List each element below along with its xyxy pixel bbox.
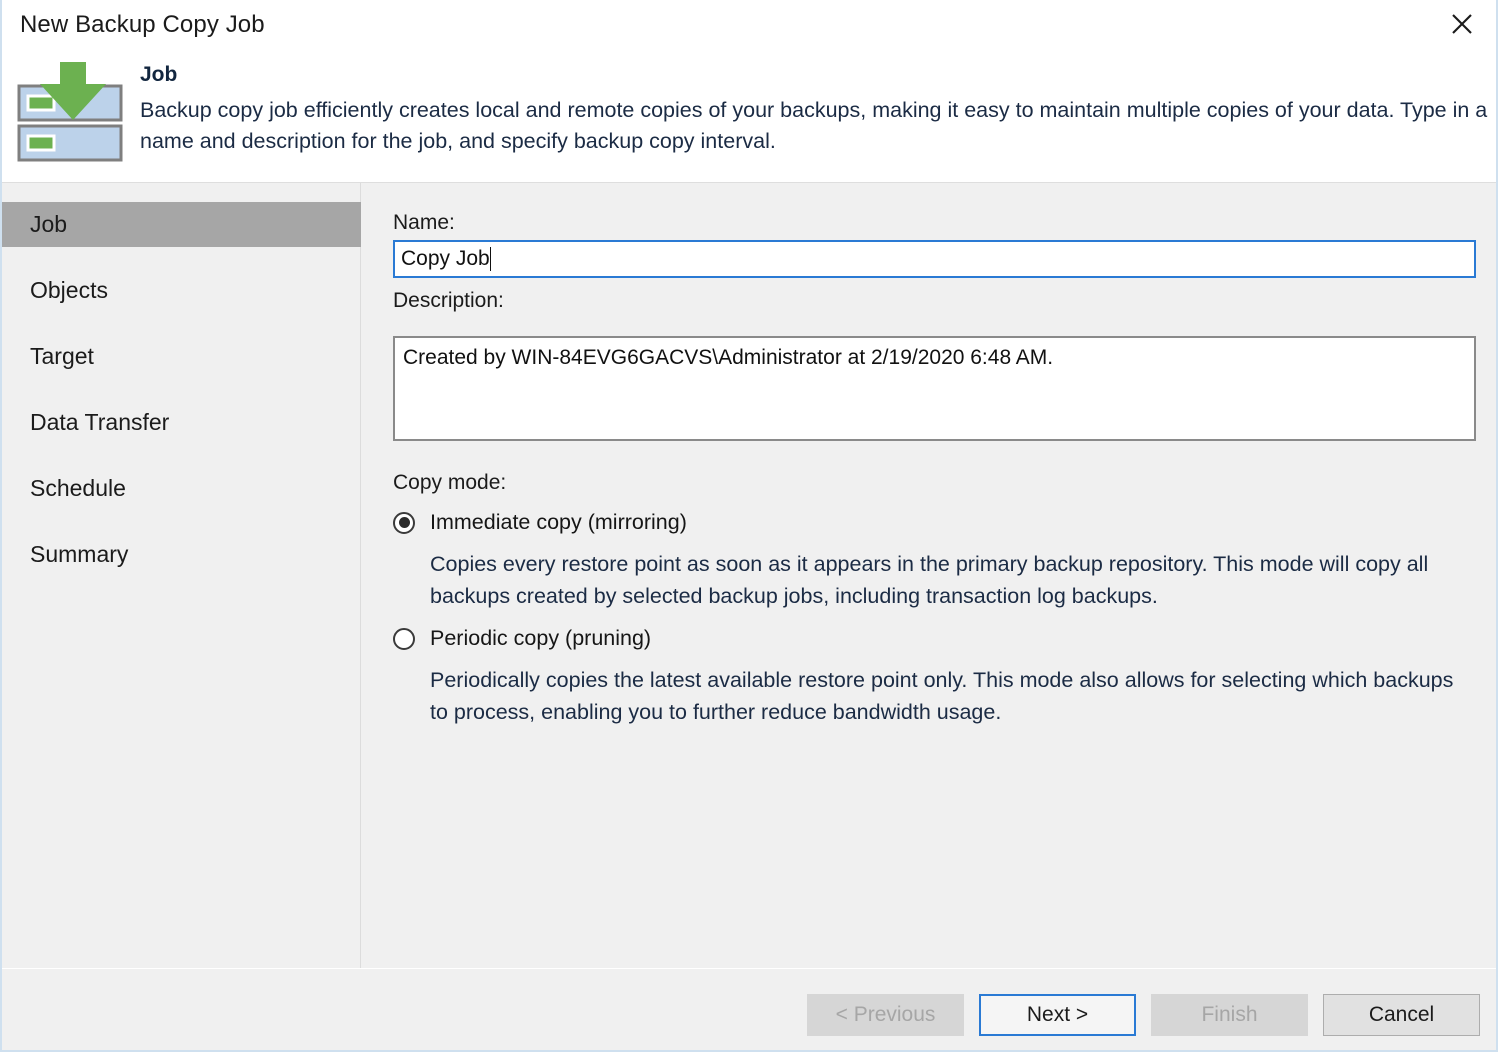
name-input-value: Copy Job xyxy=(401,247,490,270)
radio-periodic-copy-description: Periodically copies the latest available… xyxy=(430,668,1454,724)
dialog-body: Job Objects Target Data Transfer Schedul… xyxy=(2,183,1496,968)
name-label: Name: xyxy=(393,211,455,234)
sidebar-item-label: Objects xyxy=(30,277,108,303)
window-title: New Backup Copy Job xyxy=(20,11,265,38)
copy-mode-label: Copy mode: xyxy=(393,471,507,494)
sidebar-item-schedule[interactable]: Schedule xyxy=(2,466,361,511)
text-caret xyxy=(489,247,491,271)
step-content-job: Name: Copy Job Description: Copy mode: I… xyxy=(362,183,1496,968)
sidebar-item-label: Job xyxy=(30,211,68,237)
title-bar: New Backup Copy Job xyxy=(2,0,1496,52)
cancel-button[interactable]: Cancel xyxy=(1323,994,1480,1036)
description-label: Description: xyxy=(393,289,504,312)
radio-immediate-copy[interactable]: Immediate copy (mirroring) xyxy=(393,510,687,535)
sidebar-item-label: Schedule xyxy=(30,475,126,501)
sidebar-item-target[interactable]: Target xyxy=(2,334,361,379)
sidebar-item-label: Summary xyxy=(30,541,129,567)
sidebar-item-objects[interactable]: Objects xyxy=(2,268,361,313)
radio-periodic-copy-label: Periodic copy (pruning) xyxy=(430,626,652,650)
next-button[interactable]: Next > xyxy=(979,994,1136,1036)
radio-immediate-copy-description: Copies every restore point as soon as it… xyxy=(430,552,1429,608)
previous-button[interactable]: < Previous xyxy=(807,994,964,1036)
sidebar-item-label: Target xyxy=(30,343,94,369)
sidebar-item-job[interactable]: Job xyxy=(2,202,361,247)
wizard-step-sidebar: Job Objects Target Data Transfer Schedul… xyxy=(2,183,361,968)
new-backup-copy-job-dialog: New Backup Copy Job Job Backup copy job … xyxy=(0,0,1498,1052)
dialog-footer: < Previous Next > Finish Cancel xyxy=(2,968,1496,1050)
sidebar-item-data-transfer[interactable]: Data Transfer xyxy=(2,400,361,445)
header-description: Backup copy job efficiently creates loca… xyxy=(140,98,1488,153)
dialog-header: Job Backup copy job efficiently creates … xyxy=(2,52,1496,183)
radio-selected-icon xyxy=(393,511,415,534)
backup-copy-arrow-down-icon xyxy=(16,62,126,167)
sidebar-item-label: Data Transfer xyxy=(30,409,170,435)
sidebar-item-summary[interactable]: Summary xyxy=(2,532,361,577)
radio-periodic-copy[interactable]: Periodic copy (pruning) xyxy=(393,626,651,651)
radio-immediate-copy-label: Immediate copy (mirroring) xyxy=(430,510,687,534)
header-title: Job xyxy=(140,63,178,86)
radio-unselected-icon xyxy=(393,627,415,650)
finish-button[interactable]: Finish xyxy=(1151,994,1308,1036)
description-input[interactable] xyxy=(393,336,1476,441)
close-icon[interactable] xyxy=(1434,2,1490,46)
name-input[interactable]: Copy Job xyxy=(393,240,1476,278)
